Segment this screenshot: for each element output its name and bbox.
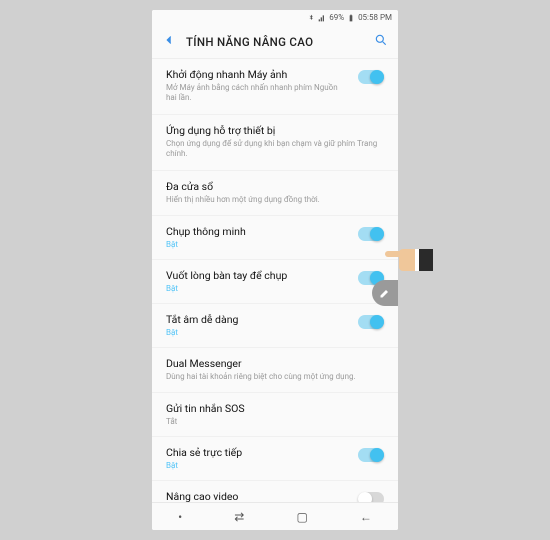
settings-item-title: Ứng dụng hỗ trợ thiết bị: [166, 124, 384, 137]
settings-item-title: Đa cửa sổ: [166, 180, 384, 193]
settings-item-title: Chia sẻ trực tiếp: [166, 446, 350, 459]
nav-recents[interactable]: ⇄: [234, 510, 244, 524]
phone-container: 69% 05:58 PM TÍNH NĂNG NÂNG CAO Khởi độn…: [152, 10, 398, 530]
edit-fab[interactable]: [372, 280, 398, 306]
settings-item-subtitle: Hiển thị nhiều hơn một ứng dụng đồng thờ…: [166, 195, 384, 205]
settings-item-status: Bật: [166, 461, 350, 470]
chevron-left-icon: [162, 33, 176, 47]
toggle-switch[interactable]: [358, 227, 384, 241]
settings-item-text: Đa cửa sổ Hiển thị nhiều hơn một ứng dụng…: [166, 180, 384, 205]
page-title: TÍNH NĂNG NÂNG CAO: [186, 35, 374, 49]
nav-back[interactable]: ←: [360, 510, 372, 524]
settings-item-text: Nâng cao videoNâng cao chất lượng hình ả…: [166, 490, 350, 502]
settings-item-status: Bật: [166, 240, 350, 249]
settings-item-text: Dual Messenger Dùng hai tài khoản riêng b…: [166, 357, 384, 382]
back-button[interactable]: [162, 32, 176, 51]
settings-item[interactable]: Nâng cao videoNâng cao chất lượng hình ả…: [152, 481, 398, 502]
pencil-icon: [379, 287, 391, 299]
nav-home[interactable]: ▢: [296, 510, 307, 524]
settings-item-text: Tắt âm dễ dàng Bật: [166, 313, 350, 337]
settings-item-title: Nâng cao video: [166, 490, 350, 502]
settings-item-text: Gửi tin nhắn SOS Tắt: [166, 402, 384, 426]
settings-item-text: Ứng dụng hỗ trợ thiết bị Chọn ứng dụng để…: [166, 124, 384, 160]
settings-item[interactable]: Chia sẻ trực tiếp Bật: [152, 437, 398, 481]
toggle-switch[interactable]: [358, 315, 384, 329]
settings-item[interactable]: Chụp thông minh Bật: [152, 216, 398, 260]
settings-list: Khởi động nhanh Máy ảnh Mở Máy ảnh bằng c…: [152, 59, 398, 502]
settings-item[interactable]: Dual Messenger Dùng hai tài khoản riêng b…: [152, 348, 398, 393]
toggle-switch[interactable]: [358, 448, 384, 462]
clock: 05:58 PM: [358, 13, 392, 22]
settings-item-status: Bật: [166, 284, 350, 293]
settings-item-title: Gửi tin nhắn SOS: [166, 402, 384, 415]
settings-item-title: Khởi động nhanh Máy ảnh: [166, 68, 350, 81]
toggle-switch[interactable]: [358, 70, 384, 84]
status-bar: 69% 05:58 PM: [152, 10, 398, 25]
header: TÍNH NĂNG NÂNG CAO: [152, 25, 398, 59]
settings-item-subtitle: Chọn ứng dụng để sử dụng khi bạn chạm và…: [166, 139, 384, 160]
nav-bixby[interactable]: •: [178, 510, 182, 524]
settings-item[interactable]: Khởi động nhanh Máy ảnh Mở Máy ảnh bằng c…: [152, 59, 398, 115]
settings-item-status: Bật: [166, 328, 350, 337]
settings-item[interactable]: Gửi tin nhắn SOS Tắt: [152, 393, 398, 437]
settings-item[interactable]: Tắt âm dễ dàng Bật: [152, 304, 398, 348]
search-button[interactable]: [374, 32, 388, 51]
toggle-switch[interactable]: [358, 492, 384, 502]
settings-item-title: Dual Messenger: [166, 357, 384, 370]
settings-item-title: Vuốt lòng bàn tay để chụp: [166, 269, 350, 282]
settings-item-text: Chụp thông minh Bật: [166, 225, 350, 249]
settings-item[interactable]: Ứng dụng hỗ trợ thiết bị Chọn ứng dụng để…: [152, 115, 398, 171]
settings-item-status: Tắt: [166, 417, 384, 426]
settings-item-text: Vuốt lòng bàn tay để chụp Bật: [166, 269, 350, 293]
search-icon: [374, 33, 388, 47]
battery-percent: 69%: [329, 13, 344, 22]
settings-item-text: Chia sẻ trực tiếp Bật: [166, 446, 350, 470]
settings-item-title: Tắt âm dễ dàng: [166, 313, 350, 326]
battery-icon: [347, 14, 355, 22]
settings-item[interactable]: Đa cửa sổ Hiển thị nhiều hơn một ứng dụng…: [152, 171, 398, 216]
settings-item-subtitle: Mở Máy ảnh bằng cách nhấn nhanh phím Ngu…: [166, 83, 350, 104]
settings-item-title: Chụp thông minh: [166, 225, 350, 238]
navigation-bar: • ⇄ ▢ ←: [152, 502, 398, 530]
settings-item-text: Khởi động nhanh Máy ảnh Mở Máy ảnh bằng c…: [166, 68, 350, 104]
bluetooth-icon: [307, 14, 315, 22]
settings-item-subtitle: Dùng hai tài khoản riêng biệt cho cùng m…: [166, 372, 384, 382]
settings-item[interactable]: Vuốt lòng bàn tay để chụp Bật: [152, 260, 398, 304]
signal-icon: [318, 14, 326, 22]
